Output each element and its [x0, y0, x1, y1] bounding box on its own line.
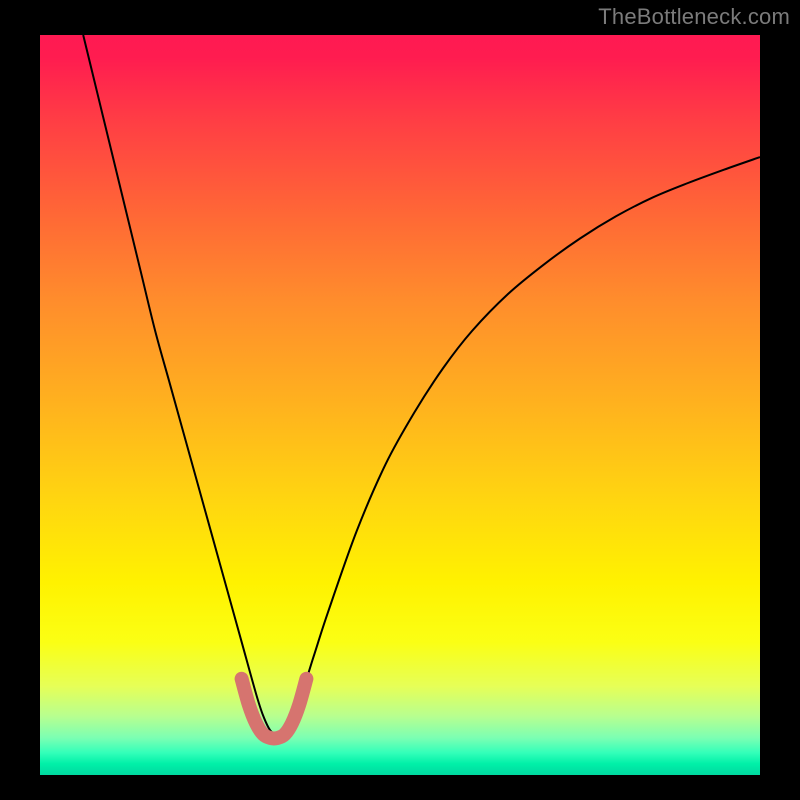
bottleneck-curve — [83, 35, 760, 735]
plot-area — [40, 35, 760, 775]
curve-layer — [40, 35, 760, 775]
optimal-zone-marker — [242, 679, 307, 739]
watermark-text: TheBottleneck.com — [598, 4, 790, 30]
chart-frame: TheBottleneck.com — [0, 0, 800, 800]
